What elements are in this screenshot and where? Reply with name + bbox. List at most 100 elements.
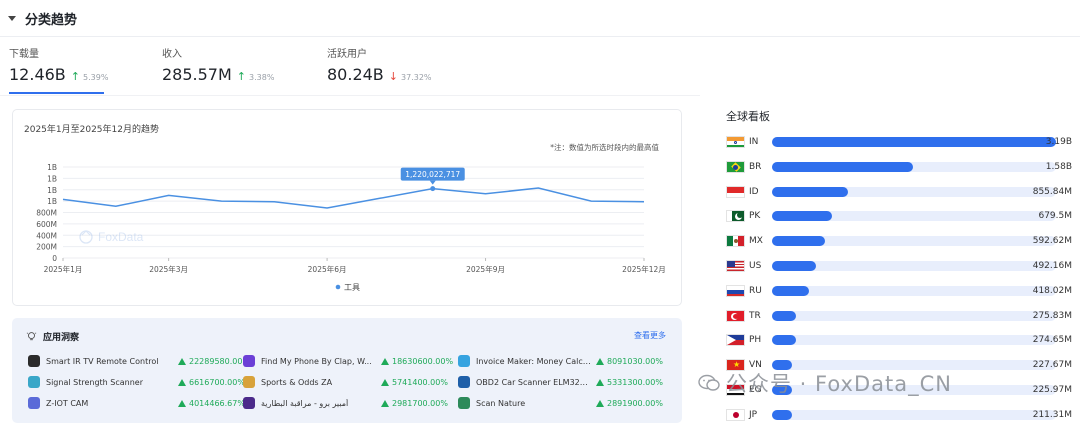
country-row-br[interactable]: BR 1.58B: [726, 160, 1080, 174]
app-icon: [458, 397, 470, 409]
country-row-mx[interactable]: MX 592.62M: [726, 234, 1080, 248]
app-icon: [28, 355, 40, 367]
app-insight-item[interactable]: Sports & Odds ZA 5741400.00%: [243, 375, 448, 389]
tooltip: 1,220,022,717: [400, 167, 465, 185]
country-value: 3.19B: [1045, 137, 1072, 147]
app-growth: 6616700.00%: [178, 378, 245, 387]
growth-value: 2981700.00%: [392, 398, 448, 408]
app-icon: [243, 355, 255, 367]
metric-value: 80.24B: [327, 65, 384, 84]
metric-tab-active-users[interactable]: 活跃用户 80.24B ↓ 37.32%: [327, 48, 432, 84]
chart-legend[interactable]: 工具: [335, 283, 360, 292]
growth-up-icon: [596, 357, 604, 365]
country-value: 855.84M: [1032, 186, 1072, 197]
app-insight-item[interactable]: أمبير برو - مراقبة البطارية 2981700.00%: [243, 396, 448, 410]
country-row-tr[interactable]: TR 275.83M: [726, 309, 1080, 323]
country-row-us[interactable]: US 492.16M: [726, 259, 1080, 273]
app-insight-item[interactable]: Smart IR TV Remote Control 22289580.00%: [28, 354, 250, 368]
growth-value: 8091030.00%: [607, 356, 663, 366]
app-insight-item[interactable]: Find My Phone By Clap, W... 18630600.00%: [243, 354, 453, 368]
flag-id-icon: [726, 185, 745, 198]
growth-value: 22289580.00%: [189, 356, 251, 366]
active-tab-indicator: [9, 92, 104, 94]
y-tick-label: 600M: [36, 220, 57, 229]
country-row-jp[interactable]: JP 211.31M: [726, 408, 1080, 422]
divider: [0, 95, 700, 96]
collapse-caret-icon[interactable]: [8, 16, 16, 21]
growth-value: 18630600.00%: [392, 356, 454, 366]
series-line-tools[interactable]: [62, 187, 645, 209]
y-tick-label: 400M: [36, 231, 57, 240]
metric-tab-downloads[interactable]: 下载量 12.46B ↑ 5.39%: [9, 48, 108, 84]
app-icon: [243, 397, 255, 409]
country-row-pk[interactable]: PK 679.5M: [726, 209, 1080, 223]
app-growth: 2891900.00%: [596, 399, 663, 408]
metric-label: 收入: [162, 49, 182, 60]
growth-up-icon: [596, 399, 604, 407]
growth-value: 6616700.00%: [189, 377, 245, 387]
country-bar-fill: [772, 335, 797, 346]
growth-up-icon: [381, 378, 389, 386]
metric-label: 活跃用户: [327, 49, 367, 60]
y-tick-label: 1B: [47, 163, 57, 172]
flag-mx-icon: [726, 235, 745, 248]
arrow-down-icon: ↓: [388, 70, 398, 83]
metric-value: 285.57M: [162, 65, 232, 84]
metrics-tabs: 下载量 12.46B ↑ 5.39% 收入 285.57M ↑ 3.38% 活跃…: [0, 40, 1080, 94]
app-icon: [28, 376, 40, 388]
app-insight-item[interactable]: OBD2 Car Scanner ELM327 ... 5331300.00%: [458, 375, 663, 389]
foxdata-watermark: FoxData: [79, 230, 144, 244]
country-bar-fill: [772, 211, 833, 222]
country-bar-track: [772, 211, 1056, 222]
global-board-title: 全球看板: [726, 110, 770, 123]
country-value: 592.62M: [1032, 236, 1072, 247]
country-code: US: [749, 261, 762, 271]
trend-chart[interactable]: FoxData 0200M400M600M800M1B1B1B1B2025年1月…: [13, 110, 683, 307]
x-tick-label: 2025年9月: [466, 264, 505, 274]
app-name: OBD2 Car Scanner ELM327 ...: [476, 377, 592, 387]
flag-pk-icon: [726, 210, 745, 223]
country-value: 227.67M: [1032, 360, 1072, 371]
growth-up-icon: [178, 357, 186, 365]
y-tick-label: 1B: [47, 197, 57, 206]
x-tick-label: 2025年12月: [622, 264, 666, 274]
wechat-icon: [698, 374, 720, 391]
y-tick-label: 800M: [36, 209, 57, 218]
growth-up-icon: [178, 378, 186, 386]
watermark-label: 公众号 · FoxData_CN: [726, 372, 952, 396]
country-code: PK: [749, 211, 761, 222]
country-code: BR: [749, 161, 762, 172]
flag-us-icon: [726, 260, 745, 272]
app-insight-item[interactable]: Invoice Maker: Money CalcTool 8091030.00%: [458, 354, 663, 368]
growth-value: 5331300.00%: [607, 377, 663, 387]
country-row-ph[interactable]: PH 274.65M: [726, 333, 1080, 347]
app-name: Invoice Maker: Money CalcTool: [476, 356, 592, 366]
flag-jp-icon: [726, 408, 745, 421]
flag-br-icon: [726, 160, 745, 173]
app-insight-item[interactable]: Signal Strength Scanner 6616700.00%: [28, 375, 245, 389]
data-point[interactable]: [430, 186, 436, 192]
section-header[interactable]: 分类趋势: [0, 0, 1080, 37]
app-insight-item[interactable]: Z-IOT CAM 4014466.67%: [28, 396, 245, 410]
country-code: ID: [749, 186, 759, 197]
app-growth: 4014466.67%: [178, 399, 245, 408]
country-bar-track: [772, 261, 1056, 271]
country-row-ru[interactable]: RU 418.02M: [726, 284, 1080, 298]
country-code: MX: [749, 236, 763, 247]
country-bar-fill: [772, 137, 1056, 147]
metric-change: 3.38%: [249, 73, 275, 82]
growth-value: 4014466.67%: [189, 398, 245, 408]
metric-tab-revenue[interactable]: 收入 285.57M ↑ 3.38%: [162, 48, 274, 84]
app-name: Scan Nature: [476, 398, 526, 408]
country-row-in[interactable]: IN 3.19B: [726, 135, 1080, 149]
country-bar-track: [772, 236, 1056, 247]
country-value: 1.58B: [1045, 161, 1072, 172]
country-code: TR: [749, 310, 761, 321]
country-bar-track: [772, 161, 1056, 172]
view-more-link[interactable]: 查看更多: [634, 330, 666, 341]
country-bar-fill: [772, 310, 797, 321]
app-insight-item[interactable]: Scan Nature 2891900.00%: [458, 396, 663, 410]
insights-title: 应用洞察: [43, 333, 80, 343]
flag-in-icon: [726, 136, 745, 148]
country-row-id[interactable]: ID 855.84M: [726, 185, 1080, 199]
